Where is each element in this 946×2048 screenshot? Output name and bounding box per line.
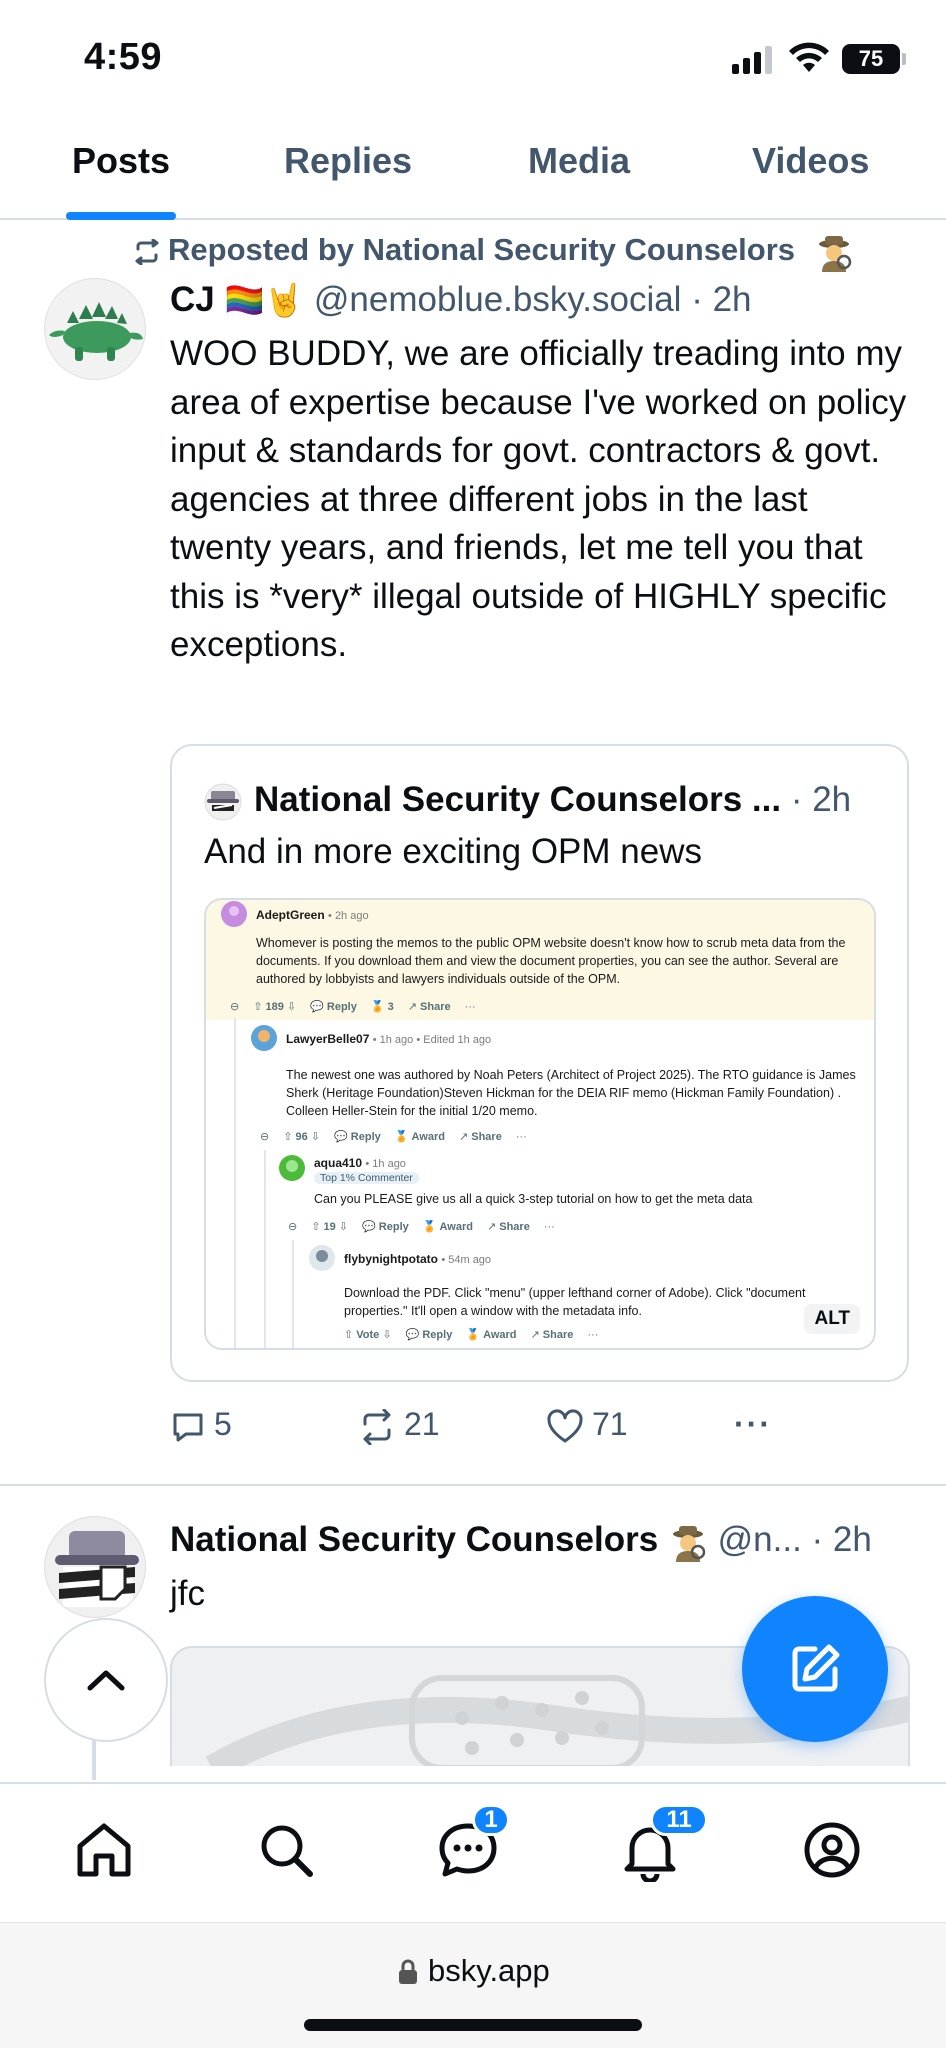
thread-line <box>292 1240 294 1348</box>
author-handle[interactable]: @n... <box>718 1520 802 1559</box>
quote-text: And in more exciting OPM news <box>204 832 702 871</box>
profile-icon <box>804 1822 860 1878</box>
thread-line <box>264 1150 266 1348</box>
browser-url-bar[interactable]: bsky.app <box>0 1922 946 2048</box>
nav-home[interactable] <box>72 1818 136 1882</box>
reply-button[interactable]: 5 <box>170 1406 232 1445</box>
embedded-screenshot-image[interactable]: AdeptGreen • 2h ago Whomever is posting … <box>204 898 876 1350</box>
repost-button[interactable]: 21 <box>358 1406 440 1446</box>
author-avatar[interactable] <box>44 278 146 380</box>
comment-text: The newest one was authored by Noah Pete… <box>286 1068 856 1118</box>
repost-label: Reposted by National Security Counselors <box>168 232 796 268</box>
battery-indicator: 75 <box>842 44 900 74</box>
notifications-badge: 11 <box>650 1804 708 1836</box>
more-options-button[interactable]: ··· <box>734 1406 772 1443</box>
home-indicator[interactable] <box>304 2019 642 2031</box>
wifi-icon <box>789 42 829 72</box>
comment-actions: ⊖ ⇧ 189 ⇩ 💬 Reply 🏅 3 ↗ Share ··· <box>230 1001 476 1013</box>
post-header: CJ 🏳️‍🌈🤘 @nemoblue.bsky.social · 2h <box>170 280 752 320</box>
quote-post-card[interactable]: National Security Counselors ... · 2h An… <box>170 744 909 1382</box>
nav-profile[interactable] <box>800 1818 864 1882</box>
heart-icon <box>547 1408 583 1443</box>
post-time[interactable]: · 2h <box>812 1520 872 1559</box>
lock-icon <box>399 1959 417 1984</box>
quote-time: · 2h <box>790 780 852 819</box>
stegosaurus-avatar-icon <box>49 302 143 361</box>
detective-emoji-icon <box>818 236 851 272</box>
comment-text: Whomever is posting the memos to the pub… <box>256 936 846 986</box>
scroll-to-top-button[interactable] <box>44 1618 168 1742</box>
status-time: 4:59 <box>84 36 163 78</box>
comment-username: aqua410 • 1h ago <box>314 1156 406 1170</box>
comment-avatar-icon <box>251 1025 277 1051</box>
tab-videos[interactable]: Videos <box>752 140 869 182</box>
author-name[interactable]: National Security Counselors <box>170 1520 658 1559</box>
profile-tabs: Posts Replies Media Videos <box>0 120 946 220</box>
quote-header: National Security Counselors ... · 2h <box>204 780 851 821</box>
repost-indicator[interactable]: Reposted by National Security Counselors <box>132 232 854 272</box>
active-tab-indicator <box>66 212 176 220</box>
thread-connector <box>92 1740 96 1780</box>
status-bar: 4:59 75 <box>0 0 946 120</box>
post-time[interactable]: · 2h <box>691 280 751 319</box>
comment-username: LawyerBelle07 • 1h ago • Edited 1h ago <box>286 1032 492 1046</box>
post-actions: 5 21 71 ··· <box>170 1406 910 1454</box>
compose-icon <box>792 1644 840 1692</box>
bottom-navigation: 1 11 <box>0 1782 946 1922</box>
post-header: National Security Counselors @n... · 2h <box>170 1520 872 1562</box>
quote-author-avatar <box>204 783 242 821</box>
reply-icon <box>173 1413 203 1442</box>
post-divider <box>0 1484 946 1486</box>
comment-text: Can you PLEASE give us all a quick 3-ste… <box>314 1192 753 1206</box>
chevron-up-icon <box>87 1670 125 1691</box>
commenter-flair: Top 1% Commenter <box>314 1172 419 1184</box>
spy-hat-avatar-icon <box>55 1531 139 1607</box>
tab-media[interactable]: Media <box>528 140 630 182</box>
comment-username: flybynightpotato • 54m ago <box>344 1252 492 1266</box>
search-icon <box>261 1825 313 1877</box>
comment-actions: ⊖ ⇧ 96 ⇩ 💬 Reply 🏅 Award ↗ Share ··· <box>260 1131 527 1143</box>
chat-unread-badge: 1 <box>472 1804 510 1836</box>
alt-text-badge[interactable]: ALT <box>804 1304 860 1334</box>
nav-search[interactable] <box>254 1818 318 1882</box>
author-handle[interactable]: @nemoblue.bsky.social <box>314 280 682 319</box>
post-text: jfc <box>170 1574 205 1613</box>
like-button[interactable]: 71 <box>546 1406 628 1445</box>
quote-author-name[interactable]: National Security Counselors ... <box>254 780 781 819</box>
comment-actions: ⊖ ⇧ 19 ⇩ 💬 Reply 🏅 Award ↗ Share ··· <box>288 1221 555 1233</box>
tab-posts[interactable]: Posts <box>72 140 170 182</box>
comment-avatar-icon <box>309 1245 335 1271</box>
cellular-signal-icon <box>732 46 772 74</box>
comment-actions: ⇧ Vote ⇩ 💬 Reply 🏅 Award ↗ Share ··· <box>344 1329 599 1341</box>
detective-emoji-icon <box>672 1525 706 1562</box>
author-avatar[interactable] <box>44 1516 146 1618</box>
tab-replies[interactable]: Replies <box>284 140 412 182</box>
post-text: WOO BUDDY, we are officially treading in… <box>170 334 907 664</box>
repost-icon <box>363 1408 391 1446</box>
comment-username: AdeptGreen • 2h ago <box>256 908 369 922</box>
author-name[interactable]: CJ <box>170 280 215 319</box>
compose-post-button[interactable] <box>742 1596 888 1742</box>
comment-avatar-icon <box>221 901 247 927</box>
thread-line <box>234 1018 236 1348</box>
comment-avatar-icon <box>279 1155 305 1181</box>
battery-cap <box>902 53 906 65</box>
url-text: bsky.app <box>428 1953 550 1988</box>
comment-text: Download the PDF. Click "menu" (upper le… <box>344 1286 806 1318</box>
author-emojis: 🏳️‍🌈🤘 <box>224 282 305 318</box>
repost-icon <box>135 239 159 265</box>
home-icon <box>77 1823 131 1877</box>
